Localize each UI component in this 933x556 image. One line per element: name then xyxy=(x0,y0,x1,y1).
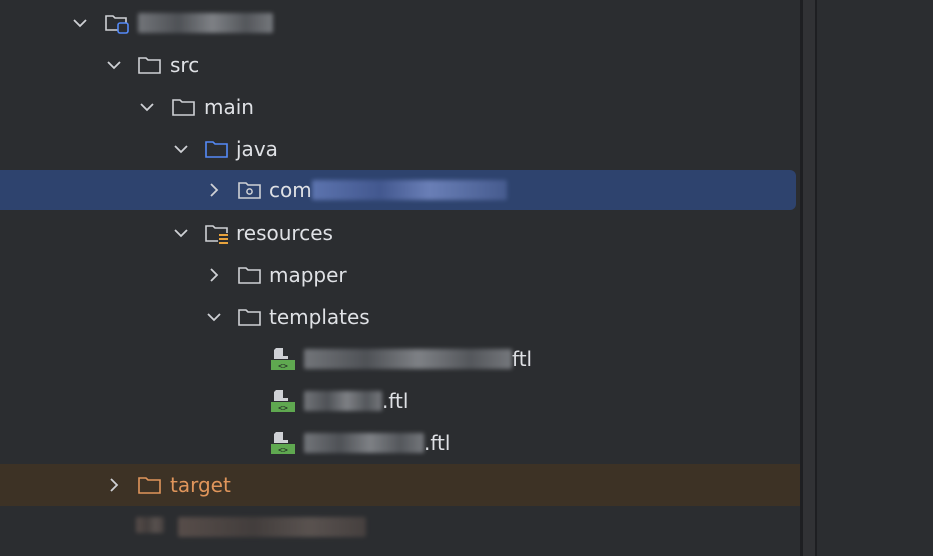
ftl-file-icon: <> xyxy=(271,432,295,455)
ftl-file-icon: <> xyxy=(271,348,295,371)
chevron-right-icon[interactable] xyxy=(204,265,224,285)
chevron-right-icon[interactable] xyxy=(204,180,224,200)
mapper-label: mapper xyxy=(269,263,347,287)
package-icon xyxy=(238,182,261,199)
templates-label: templates xyxy=(269,305,370,329)
chevron-down-icon[interactable] xyxy=(104,55,124,75)
tree-row-resources[interactable]: resources xyxy=(0,212,800,254)
tree-row-ftl-file[interactable]: <> ftl xyxy=(0,338,800,380)
chevron-down-icon[interactable] xyxy=(70,13,90,33)
ftl-file-label: .ftl xyxy=(304,430,450,456)
tree-row-src[interactable]: src xyxy=(0,44,800,86)
tree-row-com-package[interactable]: com xyxy=(0,170,796,210)
source-folder-icon xyxy=(205,141,228,158)
chevron-down-icon[interactable] xyxy=(171,223,191,243)
chevron-down-icon[interactable] xyxy=(137,97,157,117)
tree-row-blurred-file[interactable] xyxy=(0,506,800,548)
com-package-label: com xyxy=(269,177,507,203)
tree-row-main[interactable]: main xyxy=(0,86,800,128)
tree-row-java[interactable]: java xyxy=(0,128,800,170)
src-label: src xyxy=(170,53,200,77)
target-label: target xyxy=(170,473,231,497)
svg-text:<>: <> xyxy=(278,404,288,413)
folder-icon xyxy=(138,57,161,74)
file-icon xyxy=(136,517,164,533)
tree-row-root-module[interactable] xyxy=(0,2,800,44)
java-label: java xyxy=(236,137,278,161)
module-folder-icon xyxy=(105,15,129,34)
folder-icon xyxy=(172,99,195,116)
tree-row-target[interactable]: target xyxy=(0,464,815,506)
chevron-down-icon[interactable] xyxy=(204,307,224,327)
chevron-right-icon[interactable] xyxy=(104,475,124,495)
resources-label: resources xyxy=(236,221,333,245)
tree-row-ftl-file[interactable]: <> .ftl xyxy=(0,422,800,464)
blurred-file-label xyxy=(178,514,366,540)
resources-folder-icon xyxy=(205,225,229,244)
tree-row-mapper[interactable]: mapper xyxy=(0,254,800,296)
tree-row-ftl-file[interactable]: <> .ftl xyxy=(0,380,800,422)
ftl-file-label: .ftl xyxy=(304,388,408,414)
excluded-folder-icon xyxy=(138,477,161,494)
root-module-label xyxy=(138,10,273,36)
folder-icon xyxy=(238,309,261,326)
project-tree: src main java com resources mapper templ… xyxy=(0,0,815,556)
chevron-down-icon[interactable] xyxy=(171,139,191,159)
main-label: main xyxy=(204,95,254,119)
scrollbar-gutter xyxy=(803,0,815,556)
ftl-file-label: ftl xyxy=(304,346,532,372)
ftl-file-icon: <> xyxy=(271,390,295,413)
tree-row-templates[interactable]: templates xyxy=(0,296,800,338)
svg-text:<>: <> xyxy=(278,446,288,455)
svg-text:<>: <> xyxy=(278,362,288,371)
folder-icon xyxy=(238,267,261,284)
